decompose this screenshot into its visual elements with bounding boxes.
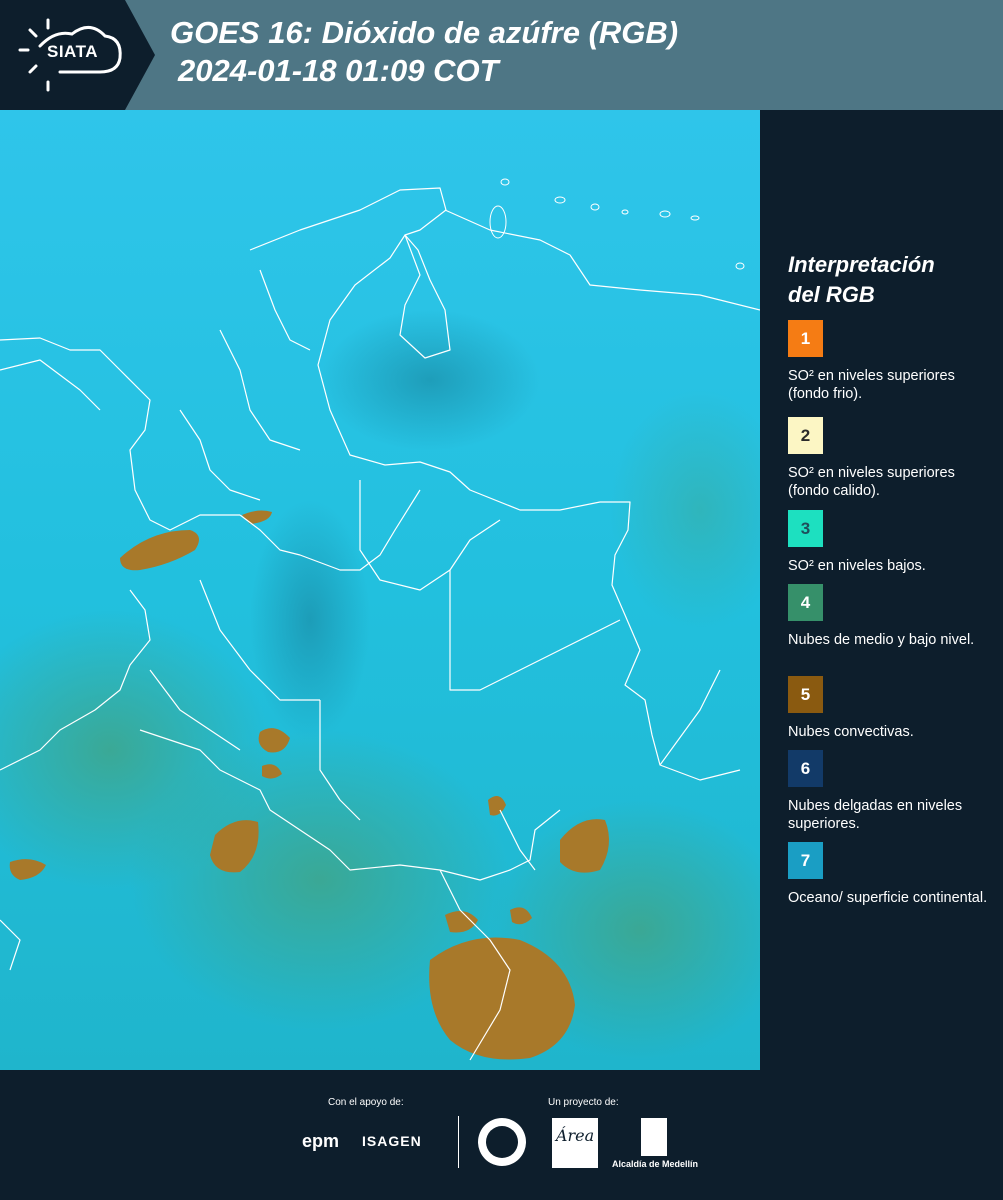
legend-swatch-3: 3 [788,510,823,547]
cloud-haze-andes [250,500,370,740]
siata-logo[interactable]: SIATA [0,0,155,110]
area-metropolitana-logo[interactable]: Área [552,1118,598,1168]
legend-title-line2: del RGB [788,282,875,307]
legend-swatch-1: 1 [788,320,823,357]
legend-item-7: 7 Oceano/ superficie continental. [788,842,988,907]
footer: Con el apoyo de: Un proyecto de: epm ISA… [0,1070,1003,1200]
epm-logo[interactable]: epm [302,1131,339,1152]
legend-item-6: 6 Nubes delgadas en niveles superiores. [788,750,988,833]
seal-inner [486,1126,518,1158]
satellite-map[interactable] [0,110,760,1070]
alcaldia-label: Alcaldía de Medellín [612,1159,699,1169]
page-title: GOES 16: Dióxido de azúfre (RGB) 2024-01… [170,14,678,90]
logo-text: SIATA [47,42,98,61]
legend-item-5: 5 Nubes convectivas. [788,676,988,741]
legend-item-2: 2 SO² en niveles superiores (fondo calid… [788,417,988,500]
area-logo-text: Área [555,1126,595,1145]
legend-item-3: 3 SO² en niveles bajos. [788,510,988,575]
support-label: Con el apoyo de: [328,1097,404,1108]
legend-item-4: 4 Nubes de medio y bajo nivel. [788,584,988,649]
title-product: GOES 16: Dióxido de azúfre (RGB) [170,15,679,50]
legend-swatch-6: 6 [788,750,823,787]
legend-swatch-2: 2 [788,417,823,454]
legend-desc-6: Nubes delgadas en niveles superiores. [788,798,963,832]
isagen-logo[interactable]: ISAGEN [362,1133,422,1149]
legend-title: Interpretación del RGB [788,250,935,310]
legend-swatch-5: 5 [788,676,823,713]
cloud-haze-north [320,310,540,450]
legend-item-1: 1 SO² en niveles superiores (fondo frio)… [788,320,988,403]
project-label: Un proyecto de: [548,1097,619,1108]
legend-desc-1: SO² en niveles superiores (fondo frio). [788,368,955,402]
legend-desc-7: Oceano/ superficie continental. [788,890,988,906]
map-canvas [0,110,760,1070]
footer-divider [458,1116,459,1168]
legend-title-line1: Interpretación [788,252,935,277]
legend-desc-4: Nubes de medio y bajo nivel. [788,632,975,648]
legend-swatch-4: 4 [788,584,823,621]
legend-swatch-7: 7 [788,842,823,879]
alcaldia-crest-icon[interactable] [641,1118,667,1156]
legend-desc-3: SO² en niveles bajos. [788,558,926,574]
legend-desc-5: Nubes convectivas. [788,724,914,740]
header-bar: SIATA GOES 16: Dióxido de azúfre (RGB) 2… [0,0,1003,110]
legend-panel: Interpretación del RGB 1 SO² en niveles … [760,110,1003,1070]
medellin-seal-icon[interactable] [478,1118,526,1166]
title-timestamp: 2024-01-18 01:09 COT [178,53,499,88]
legend-desc-2: SO² en niveles superiores (fondo calido)… [788,465,955,499]
